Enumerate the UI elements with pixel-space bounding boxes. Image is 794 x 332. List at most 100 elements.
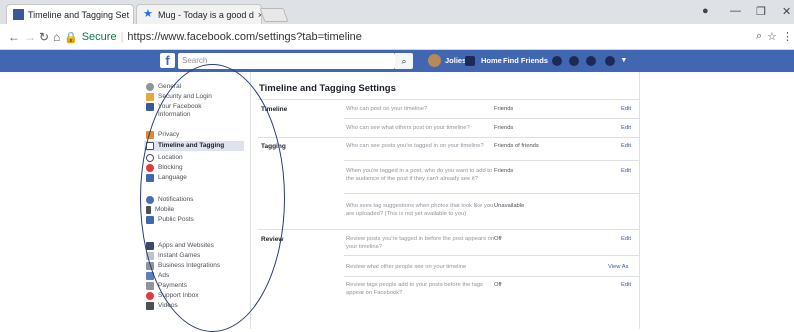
language-icon	[146, 174, 154, 182]
profile-pic-icon[interactable]	[465, 56, 475, 66]
sidebar-item-language[interactable]: Language	[146, 174, 187, 182]
timeline-icon	[146, 142, 154, 150]
tab-title: Timeline and Tagging Set	[28, 9, 130, 20]
sidebar-item-instant-games[interactable]: Instant Games	[146, 252, 200, 260]
setting-value: Friends	[494, 125, 514, 131]
messenger-icon[interactable]	[569, 56, 579, 66]
setting-value: Unavailable	[494, 203, 525, 209]
new-tab-button[interactable]	[259, 8, 289, 22]
zoom-icon[interactable]: ⌕	[756, 30, 762, 43]
sidebar-item-apps[interactable]: Apps and Websites	[146, 242, 214, 250]
menu-dots-icon[interactable]: ⋮	[782, 30, 793, 43]
setting-question: Review what other people see on your tim…	[346, 264, 467, 270]
reload-icon[interactable]: ↻	[39, 30, 49, 44]
view-as-link[interactable]: View As	[608, 264, 629, 270]
secure-label: Secure	[81, 31, 117, 43]
page-title: Timeline and Tagging Settings	[259, 83, 396, 94]
sidebar-item-general[interactable]: General	[146, 83, 181, 91]
sidebar-item-public-posts[interactable]: Public Posts	[146, 216, 194, 224]
sidebar-item-label: Blocking	[158, 164, 183, 171]
close-tab-icon[interactable]: ×	[133, 10, 134, 20]
browser-tab-strip: Timeline and Tagging Set × ★ Mug - Today…	[0, 0, 794, 24]
facebook-icon	[146, 103, 154, 111]
help-icon[interactable]	[605, 56, 615, 66]
sidebar-item-blocking[interactable]: Blocking	[146, 164, 183, 172]
divider	[344, 255, 640, 256]
setting-question: Who sees tag suggestions when photos tha…	[346, 203, 494, 217]
edit-link[interactable]: Edit	[621, 106, 631, 112]
divider	[344, 193, 640, 194]
sidebar-item-support-inbox[interactable]: Support Inbox	[146, 292, 198, 300]
minimize-icon[interactable]: —	[730, 5, 741, 17]
sidebar-item-mobile[interactable]: Mobile	[146, 206, 174, 214]
sidebar-item-label: Business Integrations	[158, 262, 221, 269]
rss-icon	[146, 216, 154, 224]
sidebar-item-label: Ads	[158, 272, 170, 279]
find-friends-link[interactable]: Find Friends	[503, 56, 548, 65]
forward-icon[interactable]: →	[24, 30, 36, 44]
setting-value: Friends	[494, 168, 514, 174]
settings-panel: Timeline and Tagging Settings Timeline W…	[250, 72, 640, 329]
setting-question: Who can see what others post on your tim…	[346, 125, 470, 131]
home-link[interactable]: Home	[481, 56, 502, 65]
divider	[344, 276, 640, 277]
setting-value: Friends	[494, 106, 514, 112]
apps-icon	[146, 242, 154, 250]
sidebar-item-label: Videos	[158, 302, 178, 309]
close-window-icon[interactable]: ✕	[782, 5, 791, 18]
sidebar-item-label: Mobile	[155, 206, 175, 213]
divider	[258, 99, 640, 100]
edit-link[interactable]: Edit	[621, 125, 631, 131]
setting-question: Review tags people add to your posts bef…	[346, 282, 483, 296]
omnibox[interactable]: 🔒 Secure | https://www.facebook.com/sett…	[60, 27, 750, 47]
lock-icon	[146, 131, 154, 139]
sidebar-item-privacy[interactable]: Privacy	[146, 131, 179, 139]
setting-question: Review posts you're tagged in before the…	[346, 236, 495, 250]
tab-timeline-tagging[interactable]: Timeline and Tagging Set ×	[6, 4, 134, 24]
setting-question: Who can see posts you're tagged in on yo…	[346, 143, 484, 149]
sidebar-item-location[interactable]: Location	[146, 154, 183, 162]
back-icon[interactable]: ←	[8, 30, 20, 44]
badge-icon	[146, 93, 154, 101]
tab-title: Mug - Today is a good d	[158, 9, 254, 20]
search-icon[interactable]: ⌕	[395, 53, 413, 69]
location-icon	[146, 154, 154, 162]
sidebar-item-security[interactable]: Security and Login	[146, 93, 212, 101]
settings-sidebar: General Security and Login Your Facebook…	[0, 72, 248, 329]
facebook-top-bar: f Search ⌕ Joliest Home Find Friends ▾	[0, 50, 794, 72]
sidebar-item-label: Apps and Websites	[158, 242, 214, 249]
tab-mug[interactable]: ★ Mug - Today is a good d ×	[136, 4, 262, 24]
sidebar-item-notifications[interactable]: Notifications	[146, 196, 193, 204]
friend-requests-icon[interactable]	[552, 56, 562, 66]
sidebar-item-label: Support Inbox	[158, 292, 199, 299]
facebook-logo-icon[interactable]: f	[160, 53, 175, 68]
facebook-favicon-icon	[13, 9, 24, 20]
edit-link[interactable]: Edit	[621, 282, 631, 288]
divider	[344, 160, 640, 161]
account-dropdown-icon[interactable]: ▾	[622, 55, 626, 64]
sidebar-item-business[interactable]: Business Integrations	[146, 262, 220, 270]
sidebar-item-payments[interactable]: Payments	[146, 282, 187, 290]
search-input[interactable]: Search	[178, 53, 395, 69]
lock-icon: 🔒	[64, 31, 78, 44]
divider	[258, 137, 640, 138]
sidebar-item-your-info[interactable]: Your Facebook Information	[146, 103, 216, 119]
sidebar-item-label: Instant Games	[158, 252, 201, 259]
divider	[258, 229, 640, 230]
bookmark-star-icon[interactable]: ☆	[767, 30, 777, 43]
sidebar-item-label: Security and Login	[158, 93, 212, 100]
gear-icon	[146, 83, 154, 91]
sidebar-item-timeline-tagging[interactable]: Timeline and Tagging	[144, 141, 244, 151]
edit-link[interactable]: Edit	[621, 236, 631, 242]
maximize-icon[interactable]: ❐	[756, 5, 766, 18]
sidebar-item-ads[interactable]: Ads	[146, 272, 169, 280]
edit-link[interactable]: Edit	[621, 143, 631, 149]
edit-link[interactable]: Edit	[621, 168, 631, 174]
notifications-bell-icon[interactable]	[586, 56, 596, 66]
url-text: https://www.facebook.com/settings?tab=ti…	[127, 31, 362, 43]
profile-icon[interactable]: ●	[702, 5, 709, 17]
sidebar-item-videos[interactable]: Videos	[146, 302, 178, 310]
divider	[344, 118, 640, 119]
avatar[interactable]	[428, 54, 441, 67]
business-icon	[146, 262, 154, 270]
